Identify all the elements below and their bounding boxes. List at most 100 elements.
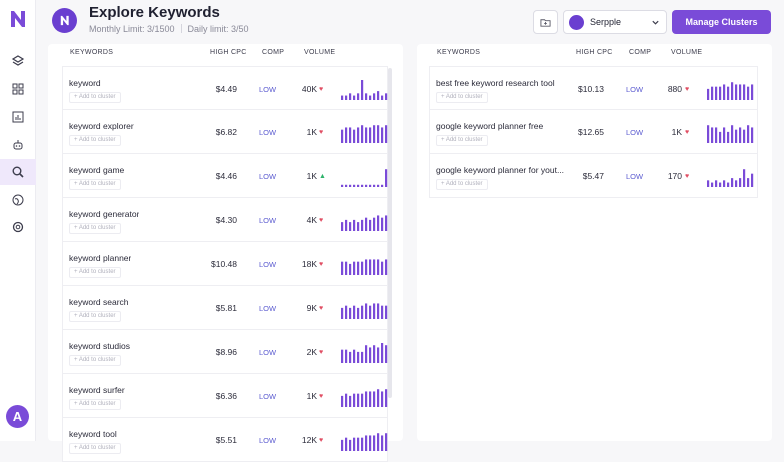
sparkline-bar [747, 125, 750, 143]
volume-value: 1K [306, 171, 317, 181]
col-comp: COMP [262, 49, 285, 56]
table-row[interactable]: google keyword planner free + Add to clus… [429, 110, 758, 154]
avatar[interactable]: A [6, 405, 29, 428]
volume-sparkline [341, 215, 388, 231]
sparkline-bar [341, 129, 344, 143]
sparkline-bar [743, 84, 746, 100]
cpc-value: $10.13 [578, 84, 604, 94]
col-cpc: HIGH CPC [210, 49, 247, 56]
sparkline-bar [345, 127, 348, 143]
table-row[interactable]: keyword studios + Add to cluster $8.96 LOW 2… [62, 330, 388, 374]
table-row[interactable]: keyword search + Add to cluster $5.81 LOW 9K… [62, 286, 388, 330]
add-to-cluster-button[interactable]: + Add to cluster [69, 355, 121, 366]
keyword-text[interactable]: keyword planner [69, 253, 131, 263]
sparkline-bar [373, 217, 376, 231]
sparkline-bar [361, 393, 364, 407]
add-to-cluster-button[interactable]: + Add to cluster [436, 92, 488, 103]
sparkline-bar [369, 305, 372, 319]
keyword-text[interactable]: keyword surfer [69, 385, 125, 395]
volume-sparkline [707, 82, 754, 100]
comp-value: LOW [259, 304, 277, 313]
volume-sparkline [707, 169, 754, 187]
keyword-text[interactable]: keyword studios [69, 341, 130, 351]
sparkline-bar [361, 437, 364, 451]
nav-search[interactable] [0, 159, 36, 185]
layers-icon [11, 55, 25, 66]
add-to-cluster-button[interactable]: + Add to cluster [69, 267, 121, 278]
sparkline-bar [373, 125, 376, 143]
sparkline-bar [365, 345, 368, 363]
add-to-cluster-button[interactable]: + Add to cluster [436, 179, 488, 190]
keyword-text[interactable]: best free keyword research tool [436, 78, 555, 88]
project-select[interactable]: Serpple [563, 10, 667, 34]
sparkline-bar [731, 82, 734, 100]
add-to-cluster-button[interactable]: + Add to cluster [69, 311, 121, 322]
folder-button[interactable] [533, 10, 558, 34]
comp-value: LOW [626, 128, 644, 137]
nav-layers[interactable] [0, 48, 36, 74]
nav-chart[interactable] [0, 104, 36, 130]
add-to-cluster-button[interactable]: + Add to cluster [69, 179, 121, 190]
table-row[interactable]: best free keyword research tool + Add to … [429, 66, 758, 110]
sparkline-bar [377, 125, 380, 143]
sparkline-bar [707, 125, 710, 143]
sparkline-bar [385, 389, 388, 407]
add-to-cluster-button[interactable]: + Add to cluster [69, 223, 121, 234]
keyword-text[interactable]: keyword generator [69, 209, 139, 219]
keyword-text[interactable]: keyword search [69, 297, 129, 307]
manage-clusters-button[interactable]: Manage Clusters [672, 10, 771, 34]
sparkline-bar [369, 259, 372, 275]
scrollbar[interactable] [388, 68, 392, 398]
volume-sparkline [341, 125, 388, 143]
nav-bot[interactable] [0, 132, 36, 158]
keyword-text[interactable]: keyword game [69, 165, 124, 175]
logo-icon[interactable] [8, 8, 28, 30]
sparkline-bar [345, 261, 348, 275]
keyword-text[interactable]: google keyword planner for yout... [436, 165, 564, 175]
cpc-value: $5.81 [215, 303, 237, 313]
add-to-cluster-button[interactable]: + Add to cluster [69, 443, 121, 454]
nav-grid[interactable] [0, 76, 36, 102]
sparkline-bar [341, 307, 344, 319]
sparkline-bar [369, 219, 372, 231]
comp-value: LOW [259, 85, 277, 94]
sparkline-bar [357, 351, 360, 363]
sparkline-bar [353, 349, 356, 363]
project-icon [569, 15, 584, 30]
comp-value: LOW [259, 172, 277, 181]
keyword-text[interactable]: google keyword planner free [436, 121, 543, 131]
sparkline-bar [715, 127, 718, 143]
keyword-text[interactable]: keyword explorer [69, 121, 134, 131]
table-row[interactable]: keyword + Add to cluster $4.49 LOW 40K ♥ [62, 66, 388, 110]
cpc-value: $5.51 [215, 435, 237, 445]
keyword-text[interactable]: keyword [69, 78, 101, 88]
volume-sparkline [707, 125, 754, 143]
table-row[interactable]: keyword game + Add to cluster $4.46 LOW 1K ▲ [62, 154, 388, 198]
table-row[interactable]: keyword generator + Add to cluster $4.30 LO… [62, 198, 388, 242]
volume-sparkline [341, 343, 388, 363]
sparkline-bar [357, 222, 360, 231]
volume-sparkline [341, 169, 388, 187]
sparkline-bar [361, 305, 364, 319]
table-row[interactable]: google keyword planner for yout... + Add … [429, 154, 758, 198]
sparkline-bar [353, 261, 356, 275]
nav-settings[interactable] [0, 214, 36, 240]
add-to-cluster-button[interactable]: + Add to cluster [69, 92, 121, 103]
table-row[interactable]: keyword explorer + Add to cluster $6.82 LOW… [62, 110, 388, 154]
comp-value: LOW [626, 172, 644, 181]
add-to-cluster-button[interactable]: + Add to cluster [436, 135, 488, 146]
keyword-text[interactable]: keyword tool [69, 429, 117, 439]
add-to-cluster-button[interactable]: + Add to cluster [69, 399, 121, 410]
cpc-value: $6.36 [215, 391, 237, 401]
nav-globe[interactable] [0, 187, 36, 213]
col-volume: VOLUME [671, 49, 703, 56]
trend-down-icon: ♥ [319, 129, 324, 136]
sparkline-bar [373, 184, 376, 187]
add-to-cluster-button[interactable]: + Add to cluster [69, 135, 121, 146]
table-row[interactable]: keyword surfer + Add to cluster $6.36 LOW 1K… [62, 374, 388, 418]
table-row[interactable]: keyword tool + Add to cluster $5.51 LOW 12K ♥ [62, 418, 388, 462]
sparkline-bar [365, 391, 368, 407]
sparkline-bar [357, 93, 360, 100]
table-row[interactable]: keyword planner + Add to cluster $10.48 LOW… [62, 242, 388, 286]
sparkline-bar [369, 347, 372, 363]
